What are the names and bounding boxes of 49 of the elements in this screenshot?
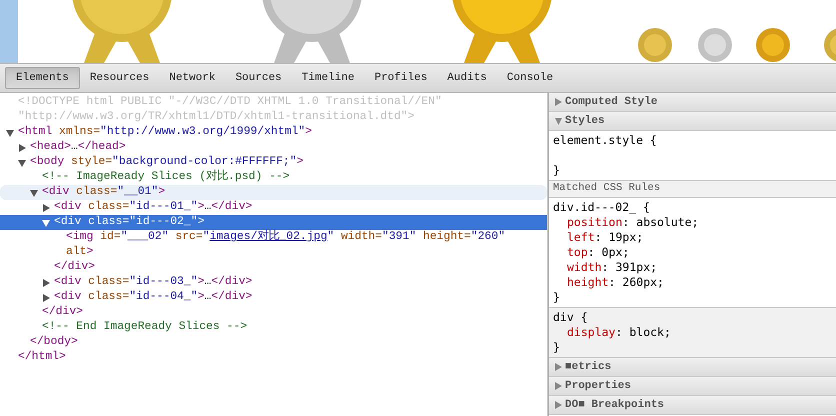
css-property[interactable]: left: 19px; [553, 230, 832, 245]
markup-line[interactable]: <div class="id---01_">…</div> [54, 200, 547, 215]
collapsed-triangle-icon[interactable] [18, 144, 26, 152]
sidebar-section-header[interactable]: Styles [549, 112, 836, 131]
expanded-triangle-icon[interactable] [30, 188, 38, 196]
markup-line[interactable]: <img id="___02" src="images/对比_02.jpg" width="391" height="260" alt> [66, 230, 547, 260]
file-link[interactable]: images/对比_02.jpg [210, 231, 328, 243]
markup-line[interactable]: <!-- ImageReady Slices (对比.psd) --> [42, 170, 547, 185]
markup-line[interactable]: </div> [42, 305, 547, 320]
markup-line[interactable]: </body> [30, 335, 547, 350]
markup-line[interactable]: <body style="background-color:#FFFFFF;"> [30, 155, 547, 170]
panel-tab[interactable]: Audits [437, 67, 497, 89]
css-selector: div { [553, 310, 589, 325]
panel-tab[interactable]: Resources [80, 67, 160, 89]
panel-tab[interactable]: Console [496, 67, 564, 89]
panel-tab[interactable]: Timeline [292, 67, 364, 89]
markup-line[interactable]: </html> [18, 350, 547, 365]
css-property[interactable]: width: 391px; [553, 260, 832, 275]
markup-line[interactable]: </div> [54, 260, 547, 275]
coin-icon [638, 28, 672, 62]
panel-tab[interactable]: Sources [225, 67, 292, 89]
sidebar-section-header[interactable]: DO■ Breakpoints [549, 396, 836, 415]
css-selector: div.id---02_ { [553, 200, 651, 215]
markup-line[interactable]: <div class="id---03_">…</div> [54, 275, 547, 290]
panel-tab[interactable]: Profiles [364, 67, 438, 89]
markup-line[interactable]: <!-- End ImageReady Slices --> [42, 320, 547, 335]
sidebar-section-header[interactable]: Computed Style [549, 93, 836, 112]
sidebar-section-header[interactable]: Properties [549, 377, 836, 396]
expanded-triangle-icon[interactable] [6, 128, 14, 136]
markup-line[interactable]: <html xmlns="http://www.w3.org/1999/xhtml"> [18, 125, 547, 140]
css-brace: } [553, 290, 561, 305]
css-brace: } [553, 340, 561, 355]
page-edge-strip [0, 0, 18, 63]
css-brace: } [553, 163, 561, 178]
css-property[interactable]: display: block; [553, 325, 832, 340]
markup-line[interactable]: <div class="id---04_">…</div> [54, 290, 547, 305]
collapsed-triangle-icon[interactable] [42, 204, 50, 212]
css-selector: element.style { [553, 133, 658, 148]
css-property[interactable]: height: 260px; [553, 275, 832, 290]
panel-tab[interactable]: Network [159, 67, 226, 89]
css-property[interactable]: position: absolute; [553, 215, 832, 230]
expanded-triangle-icon[interactable] [42, 218, 50, 226]
panel-tab[interactable]: Elements [5, 67, 80, 89]
expanded-triangle-icon[interactable] [18, 158, 26, 166]
markup-line[interactable]: <head>…</head> [30, 140, 547, 155]
coin-icon [756, 28, 790, 62]
matched-rules-header: Matched CSS Rules [549, 181, 836, 198]
sidebar-section-header[interactable]: ■etrics [549, 358, 836, 377]
css-property[interactable]: top: 0px; [553, 245, 832, 260]
